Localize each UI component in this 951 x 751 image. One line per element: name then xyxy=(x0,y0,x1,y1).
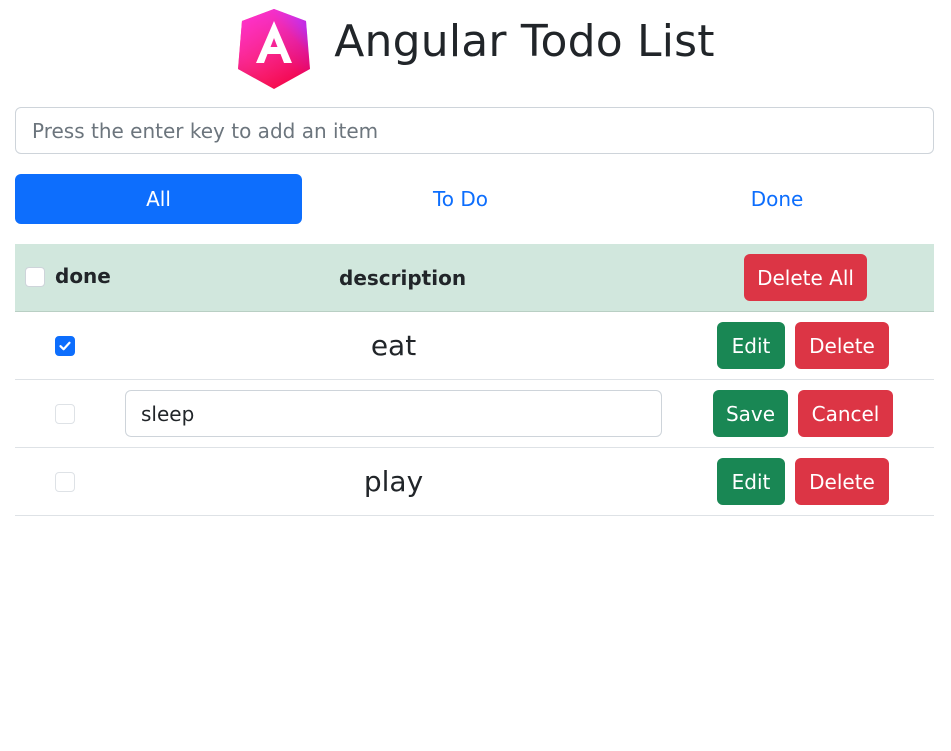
table-header: done description Delete All xyxy=(15,244,934,312)
done-column-header: done xyxy=(55,264,111,288)
row-done-checkbox[interactable] xyxy=(55,336,75,356)
edit-description-input[interactable] xyxy=(125,390,662,437)
description-column-header: description xyxy=(339,266,467,290)
save-button[interactable]: Save xyxy=(713,390,788,437)
table-row: play Edit Delete xyxy=(15,448,934,516)
tab-to-do[interactable]: To Do xyxy=(319,174,602,224)
delete-button[interactable]: Delete xyxy=(795,322,889,369)
table-row: eat Edit Delete xyxy=(15,312,934,380)
row-done-checkbox[interactable] xyxy=(55,472,75,492)
table-row: Save Cancel xyxy=(15,380,934,448)
edit-button[interactable]: Edit xyxy=(717,322,785,369)
app-header: Angular Todo List xyxy=(0,8,951,90)
select-all-checkbox[interactable] xyxy=(25,267,45,287)
tab-all-label: All xyxy=(146,187,171,211)
tab-done-label: Done xyxy=(750,187,804,211)
checkmark-icon xyxy=(59,341,71,351)
edit-button[interactable]: Edit xyxy=(717,458,785,505)
tab-to-do-label: To Do xyxy=(432,187,489,211)
page-title: Angular Todo List xyxy=(334,16,715,67)
row-description: eat xyxy=(370,329,417,362)
angular-logo-icon xyxy=(238,9,311,89)
cancel-button[interactable]: Cancel xyxy=(798,390,893,437)
row-description: play xyxy=(363,465,424,498)
delete-button[interactable]: Delete xyxy=(795,458,889,505)
delete-all-button[interactable]: Delete All xyxy=(744,254,867,301)
add-item-input[interactable] xyxy=(15,107,934,154)
tab-all[interactable]: All xyxy=(15,174,302,224)
tab-done[interactable]: Done xyxy=(619,174,935,224)
row-done-checkbox[interactable] xyxy=(55,404,75,424)
